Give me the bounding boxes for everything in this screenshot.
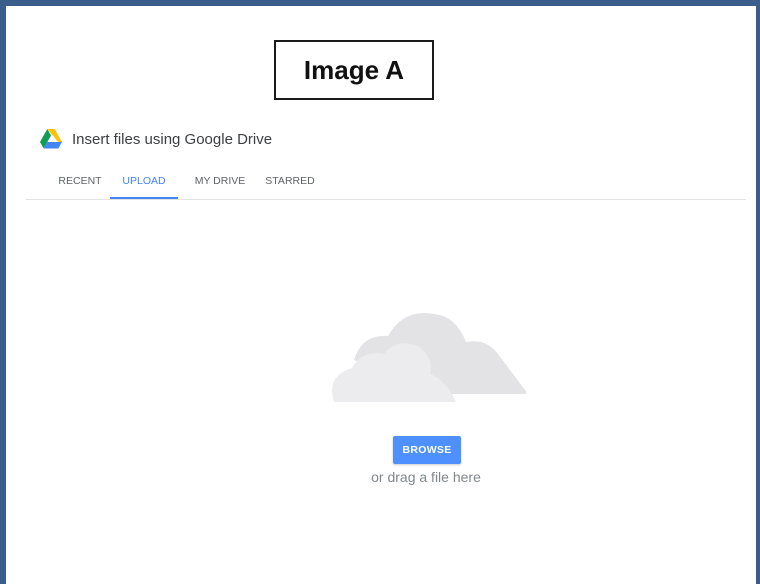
google-drive-icon bbox=[40, 129, 62, 149]
image-caption-label: Image A bbox=[274, 40, 434, 100]
cloud-icon bbox=[332, 313, 526, 402]
tab-recent[interactable]: RECENT bbox=[50, 172, 110, 198]
drag-drop-hint: or drag a file here bbox=[371, 469, 481, 485]
tab-starred[interactable]: STARRED bbox=[258, 172, 322, 198]
browse-button[interactable]: BROWSE bbox=[393, 436, 461, 464]
dialog-header: Insert files using Google Drive bbox=[40, 126, 272, 152]
tab-upload[interactable]: UPLOAD bbox=[110, 172, 178, 199]
dialog-title: Insert files using Google Drive bbox=[72, 130, 273, 148]
screenshot-frame: Image A Insert files using Google Drive … bbox=[0, 0, 760, 584]
tab-bar: RECENT UPLOAD MY DRIVE STARRED bbox=[26, 172, 746, 200]
tab-my-drive[interactable]: MY DRIVE bbox=[186, 172, 254, 198]
